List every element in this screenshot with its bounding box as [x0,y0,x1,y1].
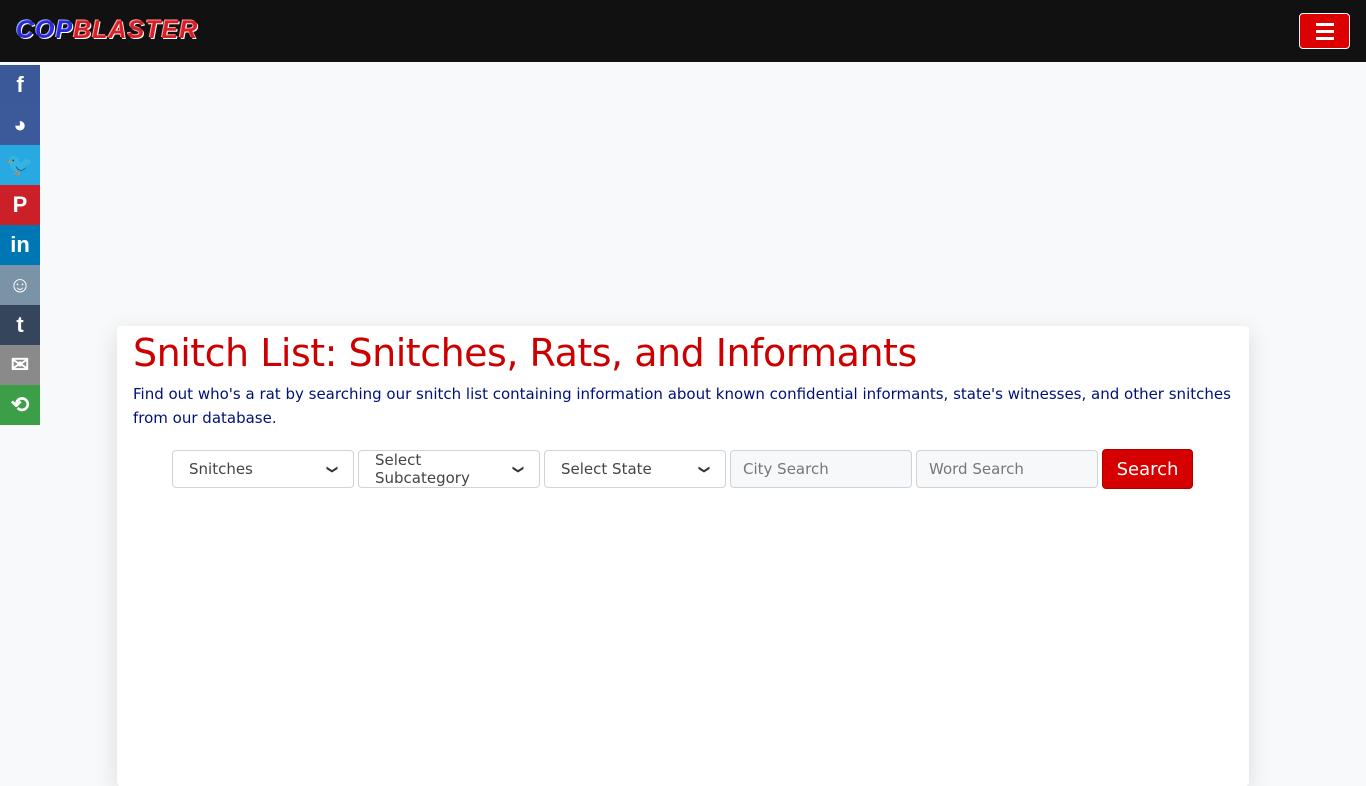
share-sidebar: f ◕ 🐦 Pin ☺ t ✉ ⟲ [0,65,40,425]
twitter-icon: 🐦 [6,152,34,177]
share-facebook-button[interactable]: f [0,65,40,105]
share-more-button[interactable]: ⟲ [0,385,40,425]
chevron-down-icon: ❯ [697,464,711,474]
facebook-icon: f [16,72,24,97]
logo[interactable]: COPBLASTER [16,16,198,45]
share-pinterest-button[interactable]: P [0,185,40,225]
navbar: COPBLASTER [0,0,1366,62]
menu-button[interactable] [1299,13,1350,49]
messenger-icon: ◕ [13,112,27,137]
search-form: Snitches ❯ Select Subcategory ❯ Select Sta… [172,449,1193,489]
reddit-icon: ☺ [8,272,32,297]
page-title: Snitch List: Snitches, Rats, and Informa… [133,331,917,375]
share-messenger-button[interactable]: ◕ [0,105,40,145]
search-button[interactable]: Search [1102,449,1193,489]
more-icon: ⟲ [10,392,30,417]
content-card: Snitch List: Snitches, Rats, and Informa… [117,326,1249,786]
subcategory-select[interactable]: Select Subcategory ❯ [358,450,540,488]
share-tumblr-button[interactable]: t [0,305,40,345]
share-twitter-button[interactable]: 🐦 [0,145,40,185]
category-select[interactable]: Snitches ❯ [172,450,354,488]
state-select[interactable]: Select State ❯ [544,450,726,488]
share-reddit-button[interactable]: ☺ [0,265,40,305]
linkedin-icon: in [10,232,30,257]
pinterest-icon: P [12,192,28,217]
word-search-input[interactable]: Word Search [916,450,1098,488]
email-icon: ✉ [10,352,30,377]
share-email-button[interactable]: ✉ [0,345,40,385]
tumblr-icon: t [16,312,24,337]
share-linkedin-button[interactable]: in [0,225,40,265]
page-description: Find out who's a rat by searching our sn… [133,385,1231,427]
chevron-down-icon: ❯ [511,464,525,474]
chevron-down-icon: ❯ [325,464,339,474]
city-search-input[interactable]: City Search [730,450,912,488]
hamburger-icon [1315,22,1334,26]
